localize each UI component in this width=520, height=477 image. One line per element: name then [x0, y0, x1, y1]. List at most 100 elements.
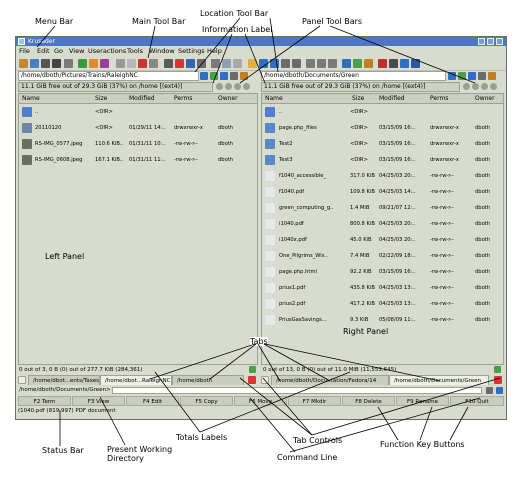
info-icon[interactable]	[400, 59, 409, 68]
panel-settings-icon[interactable]	[411, 59, 420, 68]
right-file-row[interactable]: green_computing_g.. 1.4 MiB 09/21/07 12:..…	[262, 200, 503, 216]
brief-view-icon[interactable]	[317, 59, 326, 68]
close-icon[interactable]	[496, 38, 503, 45]
right-file-row[interactable]: Test2 <DIR> 03/15/09 16:.. drwxrwxr-x dboth	[262, 136, 503, 152]
left-col-owner[interactable]: Owner	[218, 94, 238, 103]
swap-panels-icon[interactable]	[342, 59, 351, 68]
terminal-icon[interactable]	[52, 59, 61, 68]
drive-icon[interactable]	[41, 59, 50, 68]
left-location-bar[interactable]: /home/dboth/Pictures/Trains/RaleighNC	[18, 71, 199, 81]
right-totals-arrow-icon[interactable]	[494, 366, 501, 373]
right-file-row[interactable]: i1040.pdf 800.8 KiB 04/25/03 20:.. -rw-rw-r…	[262, 216, 503, 232]
f9-rename-button[interactable]: F9 Rename	[396, 396, 449, 406]
left-panel-up-icon[interactable]	[234, 83, 241, 90]
menu-view[interactable]: View	[69, 46, 84, 57]
left-bookmark-icon[interactable]	[240, 72, 248, 80]
right-file-row[interactable]: PriusGasSavings... 9.3 KiB 05/08/09 11:.. -…	[262, 312, 503, 328]
f8-delete-button[interactable]: F8 Delete	[342, 396, 395, 406]
edit-icon[interactable]	[364, 59, 373, 68]
right-file-row[interactable]: Test3 <DIR> 03/15/09 16:.. drwxrwxr-x dboth	[262, 152, 503, 168]
f7-mkdir-button[interactable]: F7 Mkdir	[288, 396, 341, 406]
right-col-owner[interactable]: Owner	[475, 94, 495, 103]
right-panel[interactable]: Name Size Modified Perms Owner .. <DIR> pa…	[261, 93, 504, 365]
compare-icon[interactable]	[64, 59, 73, 68]
right-file-row[interactable]: prius2.pdf 417.2 KiB 04/25/03 13:.. -rw-rw-…	[262, 296, 503, 312]
right-tab-1[interactable]: /home/dboth/Docu..tation/Fedora/14	[271, 375, 389, 385]
left-tab-3[interactable]: /home/dboth	[172, 375, 244, 385]
left-panel-tool-icon[interactable]	[210, 72, 218, 80]
right-panel-back-icon[interactable]	[463, 83, 470, 90]
left-col-size[interactable]: Size	[95, 94, 107, 103]
left-panel[interactable]: Name Size Modified Perms Owner .. <DIR> 20…	[18, 93, 258, 365]
left-panel-back-icon[interactable]	[216, 83, 223, 90]
menu-go[interactable]: Go	[54, 46, 63, 57]
right-file-row[interactable]: page.php.html 92.2 KiB 03/15/09 16:.. -rw-r…	[262, 264, 503, 280]
left-home-icon[interactable]	[220, 72, 228, 80]
left-panel-forward-icon[interactable]	[225, 83, 232, 90]
right-file-row[interactable]: .. <DIR>	[262, 104, 503, 120]
zoom-out-icon[interactable]	[292, 59, 301, 68]
splitter-icon[interactable]	[197, 59, 206, 68]
left-tab-1[interactable]: /home/dbot...ents/Taxes	[28, 375, 100, 385]
list-view-icon[interactable]	[328, 59, 337, 68]
command-line-input[interactable]	[112, 387, 482, 394]
right-file-row[interactable]: prius1.pdf 435.8 KiB 04/25/03 13:.. -rw-rw-…	[262, 280, 503, 296]
globe-icon[interactable]	[259, 59, 268, 68]
copy-icon[interactable]	[116, 59, 125, 68]
right-new-tab-icon[interactable]	[261, 376, 269, 384]
refresh-icon[interactable]	[30, 59, 39, 68]
search-icon[interactable]	[89, 59, 98, 68]
f3-view-button[interactable]: F3 View	[72, 396, 125, 406]
sync-icon[interactable]	[78, 59, 87, 68]
f10-quit-button[interactable]: F10 Quit	[450, 396, 504, 406]
paste-icon[interactable]	[127, 59, 136, 68]
home-icon[interactable]	[19, 59, 28, 68]
f5-copy-button[interactable]: F5 Copy	[180, 396, 233, 406]
f4-edit-button[interactable]: F4 Edit	[126, 396, 179, 406]
binoculars-icon[interactable]	[164, 59, 173, 68]
network-icon[interactable]	[222, 59, 231, 68]
ftp-connect-icon[interactable]	[211, 59, 220, 68]
right-file-row[interactable]: One_Pilgrims_Wis.. 7.4 MiB 02/22/09 18:.. -…	[262, 248, 503, 264]
menu-file[interactable]: File	[19, 46, 30, 57]
right-file-row[interactable]: page.php_files <DIR> 03/15/09 16:.. drwxrwx…	[262, 120, 503, 136]
left-file-row[interactable]: RS-IMG_0608.jpeg 167.1 KiB.. 01/31/11 11:.…	[19, 152, 257, 168]
left-panel-root-icon[interactable]	[243, 83, 250, 90]
right-close-tab-icon[interactable]	[494, 376, 502, 384]
right-tab-2[interactable]: /home/dboth/Documents/Green	[389, 375, 489, 385]
right-file-row[interactable]: f1040_accessible_ 317.0 KiB 04/25/03 20:..…	[262, 168, 503, 184]
right-panel-forward-icon[interactable]	[472, 83, 479, 90]
left-up-icon[interactable]	[230, 72, 238, 80]
menu-useractions[interactable]: Useractions	[88, 46, 126, 57]
left-new-tab-icon[interactable]	[18, 376, 26, 384]
properties-icon[interactable]	[186, 59, 195, 68]
pdf-icon[interactable]	[378, 59, 387, 68]
select-icon[interactable]	[149, 59, 158, 68]
font-icon[interactable]	[389, 59, 398, 68]
cut-icon[interactable]	[138, 59, 147, 68]
right-col-size[interactable]: Size	[352, 94, 364, 103]
left-tab-2[interactable]: /home/dbot...RaleighNC	[100, 375, 172, 385]
left-col-modified[interactable]: Modified	[129, 94, 155, 103]
left-file-row[interactable]: .. <DIR>	[19, 104, 257, 120]
left-totals-arrow-icon[interactable]	[249, 366, 256, 373]
terminal-mode-icon[interactable]	[496, 387, 503, 394]
locate-icon[interactable]	[100, 59, 109, 68]
left-file-row[interactable]: 20110120 <DIR> 01/29/11 14:.. drwxrwxr-x dbo…	[19, 120, 257, 136]
detailed-view-icon[interactable]	[306, 59, 315, 68]
command-history-icon[interactable]	[486, 387, 493, 394]
f2-term-button[interactable]: F2 Term	[18, 396, 71, 406]
right-location-bar[interactable]: /home/dboth/Documents/Green	[261, 71, 446, 81]
right-location-go-icon[interactable]	[448, 72, 456, 80]
menu-help[interactable]: Help	[207, 46, 222, 57]
right-file-row[interactable]: f1040.pdf 109.8 KiB 04/25/03 14:.. -rw-rw-r…	[262, 184, 503, 200]
right-file-row[interactable]: i1040x.pdf 45.0 KiB 04/25/03 20:.. -rw-rw-r…	[262, 232, 503, 248]
right-col-modified[interactable]: Modified	[379, 94, 405, 103]
view-icon[interactable]	[270, 59, 279, 68]
left-file-row[interactable]: RS-IMG_0577.jpeg 110.6 KiB.. 01/31/11 10:.…	[19, 136, 257, 152]
right-panel-root-icon[interactable]	[490, 83, 497, 90]
right-col-perms[interactable]: Perms	[430, 94, 448, 103]
minimize-icon[interactable]	[478, 38, 485, 45]
menu-edit[interactable]: Edit	[37, 46, 50, 57]
left-close-tab-icon[interactable]	[248, 376, 256, 384]
